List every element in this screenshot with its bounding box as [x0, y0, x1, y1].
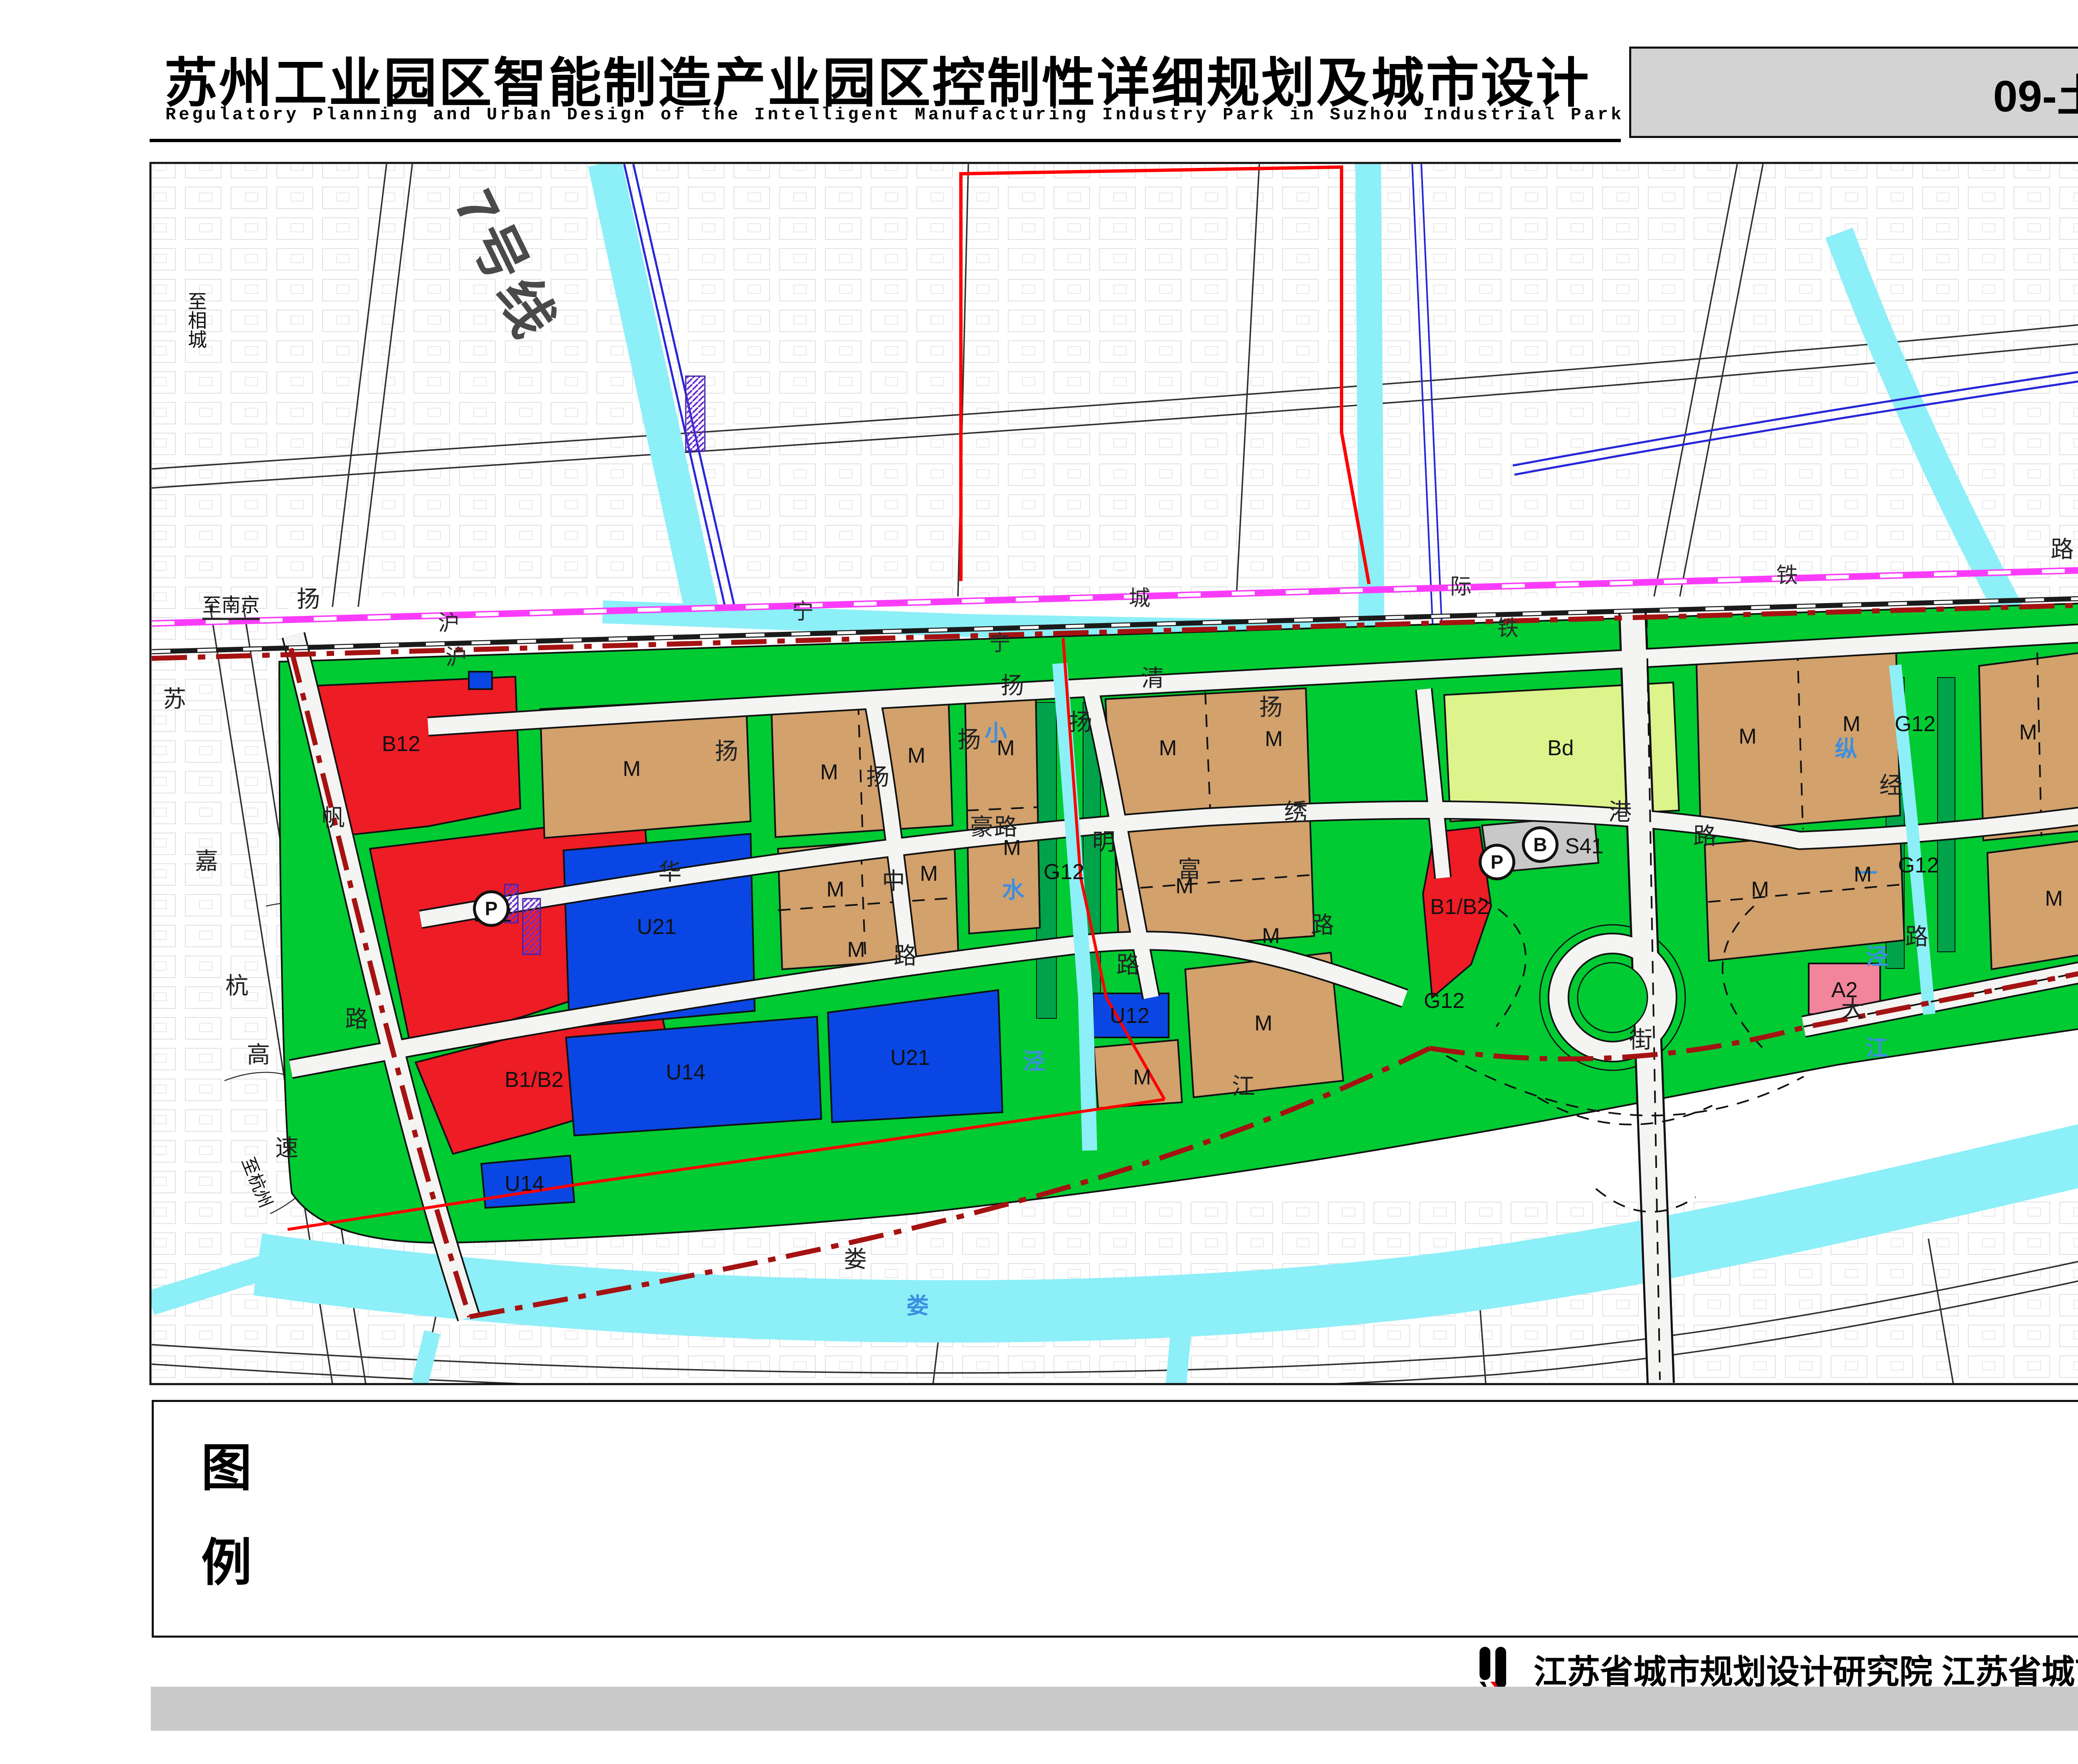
road-name-char: 苏 — [163, 687, 186, 711]
metro-station-box — [686, 376, 705, 451]
road-name-char: 扬 — [1259, 696, 1283, 719]
parcel-code-label: M — [920, 863, 938, 884]
river-name-char: 泾 — [1866, 946, 1888, 968]
road-name-char: 豪 — [970, 815, 993, 839]
parcel-code-label: B1/B2 — [1430, 896, 1489, 918]
parcel-code-label: M — [907, 745, 925, 766]
river-name-char: 娄 — [906, 1295, 929, 1317]
parcel-code-label: M — [1842, 713, 1860, 735]
road-name-char: 江 — [1232, 1075, 1255, 1098]
parcel-code-label: M — [2045, 888, 2063, 909]
road-name-char: 路 — [1693, 825, 1716, 848]
metro-station-box — [523, 899, 540, 954]
parcel-code-label: G12 — [1895, 713, 1935, 735]
parcel-code-label: U21 — [637, 916, 676, 938]
parcel-code-label: M — [847, 939, 865, 961]
roundabout-inner-green — [1578, 963, 1647, 1032]
road-name-char: 扬 — [1069, 711, 1092, 734]
railway-name-char: 铁 — [1497, 618, 1519, 639]
road-name-char: 帆 — [322, 806, 345, 830]
railway-name-char: 铁 — [1776, 565, 1798, 586]
railway-name-char: 沪 — [438, 613, 460, 634]
direction-label: 至南京 — [202, 596, 260, 620]
road-name-char: 扬 — [1001, 674, 1024, 697]
map-marker: P — [1479, 844, 1515, 880]
parcel-code-label: M — [2019, 722, 2037, 743]
legend-title-char: 图 — [201, 1443, 252, 1493]
parcel-code-label: M — [1262, 925, 1280, 947]
road-name-char: 扬 — [297, 588, 320, 611]
river-name-char: 江 — [1866, 1037, 1888, 1059]
railway-name-char: 宁 — [989, 633, 1011, 654]
parcel-code-label: U21 — [890, 1047, 930, 1069]
parcel-code-label: M — [1133, 1067, 1151, 1088]
road-name-char: 路 — [345, 1008, 368, 1031]
parcel-code-label: M — [1265, 728, 1283, 750]
map-marker: B — [1522, 826, 1558, 863]
parcel-code-label: M — [1159, 737, 1177, 759]
parcel-code-label: M — [1854, 864, 1871, 885]
road-name-char: 清 — [1141, 667, 1165, 690]
legend-box — [152, 1400, 2078, 1638]
road-name-char: 路 — [1116, 953, 1140, 977]
river-name-char: 纵 — [1835, 738, 1857, 760]
direction-label: 至相城 — [187, 291, 206, 349]
parcel-code-label: M — [820, 761, 838, 783]
road-name-char: 绣 — [1284, 801, 1307, 824]
road-name-char: 街 — [1629, 1028, 1652, 1052]
river-name-char: 水 — [1002, 879, 1024, 902]
road-name-char: 明 — [1092, 830, 1115, 854]
railway-name-char: 城 — [1129, 588, 1150, 609]
road-name-char: 扬 — [866, 766, 889, 789]
header-rule — [150, 139, 1621, 142]
road-name-char: 路 — [994, 815, 1017, 839]
river-name-char: 泾 — [1023, 1050, 1045, 1073]
parcel-code-label: B1/B2 — [505, 1069, 564, 1091]
road-name-char: 路 — [1311, 914, 1334, 937]
parcel-code-label: G12 — [1044, 861, 1084, 883]
plan-sheet: 苏州工业园区智能制造产业园区控制性详细规划及城市设计 Regulatory Pl… — [0, 0, 2078, 1764]
parcel-code-label: A2 — [1831, 979, 1858, 1001]
railway-name-char: 沪 — [446, 647, 467, 668]
railway-name-char: 际 — [1450, 576, 1472, 598]
parcel-code-label: S41 — [1565, 835, 1604, 857]
road-name-char: 中 — [882, 870, 905, 893]
parcel-code-label: M — [1738, 726, 1756, 747]
page-subtitle-en: Regulatory Planning and Urban Design of … — [165, 105, 1624, 125]
map-marker: P — [473, 890, 510, 927]
road-name-char: 高 — [247, 1043, 270, 1067]
parcel-code-label: Bd — [1547, 737, 1574, 759]
road-name-char: 路 — [1905, 925, 1928, 949]
road-name-char: 路 — [2051, 538, 2074, 561]
road-name-char: 扬 — [715, 740, 738, 763]
road-name-char: 港 — [1608, 801, 1632, 824]
parcel-code-label: M — [1003, 837, 1021, 859]
parcel-code-label: M — [1254, 1013, 1272, 1034]
road-name-char: 娄 — [844, 1248, 867, 1271]
road-name-char: 嘉 — [195, 850, 218, 873]
parcel-code-label: G12 — [1424, 990, 1465, 1012]
parcel-code-label: M — [623, 758, 640, 780]
road-name-char: 速 — [275, 1136, 298, 1160]
parcel-code-label: M — [826, 879, 844, 900]
road-name-char: 杭 — [225, 974, 249, 998]
parcel-code-label: U14 — [505, 1173, 544, 1195]
parcel-code-label: G12 — [1898, 855, 1939, 876]
parcel-code-label: U14 — [666, 1062, 705, 1083]
parcel-code-label: M — [997, 737, 1014, 759]
road-name-char: 华 — [658, 860, 682, 884]
parcel-code-label: B12 — [382, 733, 421, 755]
road-name-char: 经 — [1879, 774, 1903, 797]
parcel-code-label: U12 — [1110, 1005, 1149, 1027]
road-name-char: 扬 — [958, 728, 981, 751]
parcel-code-label: M — [1751, 879, 1769, 900]
parcel-code-label: M — [1175, 875, 1193, 897]
legend-title-char: 例 — [201, 1537, 252, 1588]
sheet-number-box: 09-土地利用规划图 — [1629, 47, 2078, 138]
attribution-text: 江苏省城市规划设计研究院 江苏省城市交通规划研究中心 — [1534, 1645, 2078, 1693]
railway-name-char: 宁 — [792, 601, 814, 623]
road-name-char: 路 — [894, 944, 917, 968]
sheet-number: 09-土地利用规划图 — [1993, 60, 2078, 124]
